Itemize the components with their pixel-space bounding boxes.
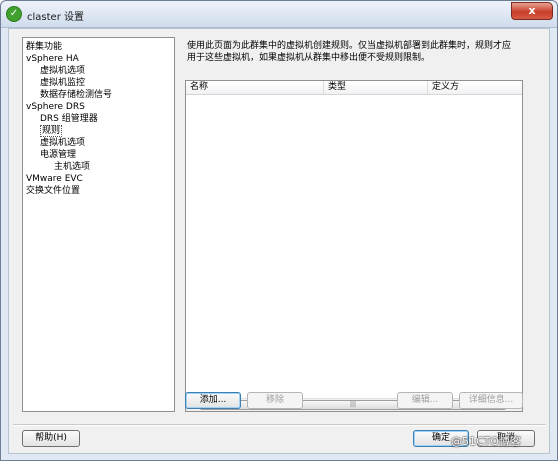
tree-item[interactable]: VMware EVC — [26, 173, 83, 185]
column-header-name[interactable]: 名称 — [186, 81, 324, 95]
tree-item[interactable]: DRS 组管理器 — [40, 113, 98, 125]
help-button[interactable]: 帮助(H) — [22, 430, 80, 447]
window-title: claster 设置 — [27, 12, 84, 23]
tree-item-label: vSphere HA — [26, 54, 79, 64]
vsphere-app-icon: ✓ — [6, 6, 22, 22]
tree-item-label: VMware EVC — [26, 174, 83, 184]
tree-item[interactable]: 规则 — [40, 125, 63, 137]
description: 使用此页面为此群集中的虚拟机创建规则。仅当虚拟机部署到此群集时，规则才应 用于这… — [187, 40, 532, 64]
tree-item[interactable]: 主机选项 — [54, 161, 90, 173]
tree-item[interactable]: 电源管理 — [40, 149, 76, 161]
tree-item[interactable]: 虚拟机选项 — [40, 137, 85, 149]
tree-item-label: DRS 组管理器 — [40, 114, 98, 124]
tree-item-label: 虚拟机监控 — [40, 78, 86, 88]
remove-button[interactable]: 移除 — [247, 392, 303, 409]
tree-item[interactable]: 虚拟机监控 — [40, 77, 85, 89]
close-button[interactable]: x — [511, 2, 553, 20]
tree-item-label: 电源管理 — [40, 150, 77, 160]
tree-item-label: 虚拟机选项 — [40, 66, 86, 76]
footer-divider — [13, 424, 546, 426]
list-header: 名称 类型 定义方 — [186, 81, 522, 95]
tree-item-label: 交换文件位置 — [26, 186, 81, 196]
tree-item-label: 数据存储检测信号 — [40, 90, 113, 100]
tree-item-label: 群集功能 — [26, 42, 63, 52]
tree-item[interactable]: vSphere DRS — [26, 101, 85, 113]
tree-item[interactable]: 交换文件位置 — [26, 185, 80, 197]
tree-item[interactable]: 虚拟机选项 — [40, 65, 85, 77]
dialog-body: 群集功能 vSphere HA 虚拟机选项 虚拟机监控 数据存储检测信号 vSphere … — [8, 28, 550, 454]
watermark: @51CTO博客 — [451, 435, 522, 448]
description-line-2: 用于这些虚拟机，如果虚拟机从群集中移出便不受规则限制。 — [187, 53, 431, 63]
tree-item-label: 虚拟机选项 — [40, 138, 86, 148]
column-header-type[interactable]: 类型 — [324, 81, 428, 95]
title-bar[interactable]: ✓ claster 设置 x — [1, 1, 557, 28]
description-line-1: 使用此页面为此群集中的虚拟机创建规则。仅当虚拟机部署到此群集时，规则才应 — [187, 41, 512, 51]
add-button[interactable]: 添加... — [185, 392, 241, 409]
tree-item[interactable]: vSphere HA — [26, 53, 79, 65]
tree-item[interactable]: 群集功能 — [26, 41, 62, 53]
column-header-defined-by[interactable]: 定义方 — [428, 81, 522, 95]
tree-item-label: vSphere DRS — [26, 102, 85, 112]
settings-tree[interactable]: 群集功能 vSphere HA 虚拟机选项 虚拟机监控 数据存储检测信号 vSphere … — [22, 37, 175, 412]
tree-item-label: 主机选项 — [54, 162, 91, 172]
details-button[interactable]: 详细信息... — [459, 392, 523, 409]
tree-item[interactable]: 数据存储检测信号 — [40, 89, 112, 101]
edit-button[interactable]: 编辑... — [397, 392, 453, 409]
tree-item-label: 规则 — [40, 125, 63, 137]
settings-window: ✓ claster 设置 x 群集功能 vSphere HA 虚拟机选项 虚拟机监控数… — [0, 0, 558, 461]
rules-list[interactable]: 名称 类型 定义方 ◀ ||| ▶ — [185, 80, 523, 412]
